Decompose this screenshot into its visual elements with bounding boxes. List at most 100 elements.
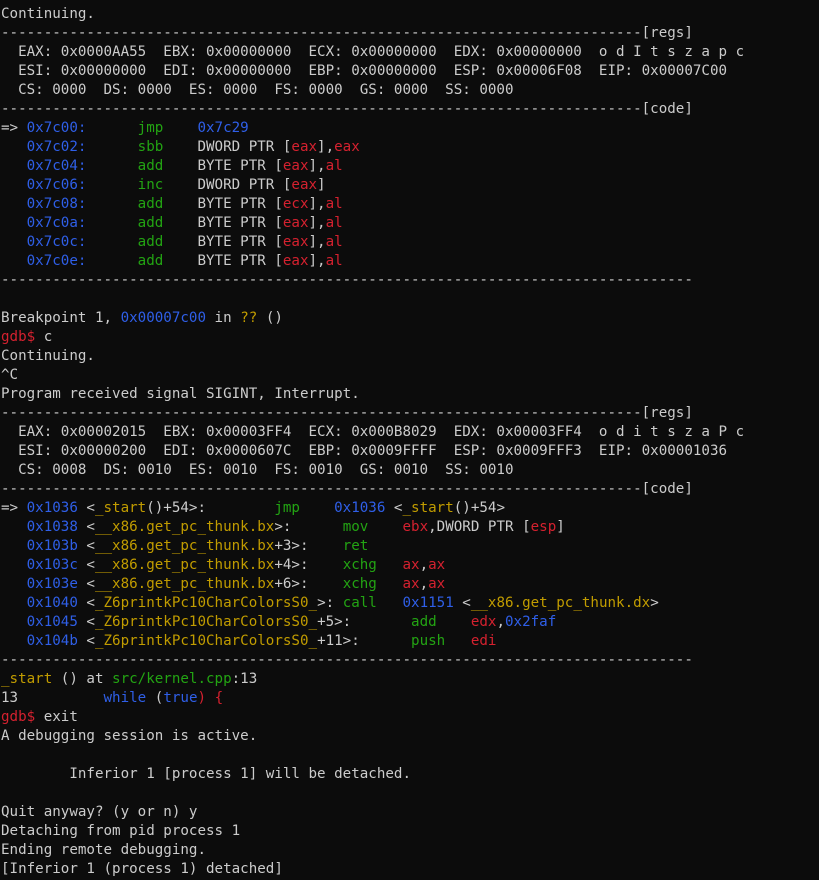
terminal-text-segment: Breakpoint 1, — [1, 310, 121, 326]
terminal-text-segment: ) { — [197, 690, 224, 706]
terminal-line: Inferior 1 [process 1] will be detached. — [1, 765, 817, 784]
terminal-line: EAX: 0x00002015 EBX: 0x00003FF4 ECX: 0x0… — [1, 423, 817, 442]
terminal-line: gdb$ c — [1, 328, 817, 347]
terminal-text-segment: 0x104b — [26, 633, 78, 649]
terminal-text-segment: 0x103e — [26, 576, 78, 592]
terminal-line: Continuing. — [1, 5, 817, 24]
terminal-text-segment: add — [137, 158, 164, 174]
terminal-line: => 0x1036 <_start()+54>: jmp 0x1036 <_st… — [1, 499, 817, 518]
terminal-line: 0x103c <__x86.get_pc_thunk.bx+4>: xchg a… — [1, 556, 817, 575]
terminal-text-segment: , — [419, 576, 429, 592]
terminal-text-segment: < — [77, 595, 95, 611]
terminal-text-segment: 0x103b — [26, 538, 78, 554]
terminal-text-segment: ebx — [402, 519, 429, 535]
terminal-text-segment: ], — [308, 215, 326, 231]
terminal-text-segment: jmp — [137, 120, 164, 136]
terminal-text-segment: while — [103, 690, 147, 706]
terminal-text-segment: add — [411, 614, 437, 630]
terminal-text-segment: < — [77, 576, 95, 592]
terminal-text-segment: DWORD PTR [ — [163, 139, 292, 155]
terminal-text-segment: +5>: — [317, 614, 412, 630]
terminal-text-segment: BYTE PTR [ — [163, 158, 283, 174]
terminal-text-segment: CS: 0008 DS: 0010 ES: 0010 FS: 0010 GS: … — [1, 462, 514, 478]
terminal-text-segment: c — [35, 329, 53, 345]
terminal-text-segment: src/kernel.cpp — [112, 671, 232, 687]
terminal-line: 0x7c0e: add BYTE PTR [eax],al — [1, 252, 817, 271]
terminal-line: 13 while (true) { — [1, 689, 817, 708]
terminal-text-segment: sbb — [137, 139, 164, 155]
terminal-text-segment: 0x7c02: — [26, 139, 87, 155]
terminal-text-segment: ----------------------------------------… — [1, 101, 693, 117]
terminal-text-segment: gdb$ — [1, 709, 36, 725]
terminal-text-segment: Continuing. — [1, 6, 95, 22]
terminal-output[interactable]: Continuing. -----------------------------… — [1, 5, 817, 879]
terminal-text-segment: add — [137, 253, 164, 269]
terminal-line: Quit anyway? (y or n) y — [1, 803, 817, 822]
terminal-text-segment: eax — [282, 253, 309, 269]
terminal-text-segment: eax — [282, 215, 309, 231]
terminal-line: CS: 0000 DS: 0000 ES: 0000 FS: 0000 GS: … — [1, 81, 817, 100]
terminal-text-segment: _start — [402, 500, 454, 516]
terminal-text-segment: _Z6printkPc10CharColorsS0_ — [94, 614, 318, 630]
terminal-text-segment: eax — [282, 234, 309, 250]
terminal-text-segment: , — [496, 614, 505, 630]
terminal-text-segment: +3>: — [274, 538, 343, 554]
terminal-line: 0x7c04: add BYTE PTR [eax],al — [1, 157, 817, 176]
terminal-line: Continuing. — [1, 347, 817, 366]
terminal-text-segment: Inferior 1 [process 1] will be detached. — [1, 766, 411, 782]
terminal-text-segment: eax — [282, 158, 309, 174]
terminal-text-segment: __x86.get_pc_thunk.bx — [94, 519, 275, 535]
terminal-text-segment: ], — [308, 196, 326, 212]
terminal-text-segment: eax — [291, 139, 318, 155]
terminal-text-segment: al — [325, 253, 343, 269]
terminal-text-segment: ax — [428, 576, 446, 592]
terminal-text-segment: BYTE PTR [ — [163, 234, 283, 250]
terminal-text-segment: BYTE PTR [ — [163, 196, 283, 212]
terminal-text-segment: ], — [308, 234, 326, 250]
terminal-text-segment: CS: 0000 DS: 0000 ES: 0000 FS: 0000 GS: … — [1, 82, 514, 98]
terminal-text-segment: < — [77, 633, 95, 649]
terminal-line: 0x1045 <_Z6printkPc10CharColorsS0_+5>: a… — [1, 613, 817, 632]
terminal-text-segment: ( — [146, 690, 164, 706]
terminal-text-segment: 0x7c29 — [197, 120, 249, 136]
terminal-text-segment: 0x2faf — [505, 614, 557, 630]
terminal-line: ----------------------------------------… — [1, 271, 817, 290]
terminal-text-segment: ,DWORD PTR [ — [428, 519, 531, 535]
terminal-text-segment: al — [325, 234, 343, 250]
terminal-text-segment: edi — [470, 633, 497, 649]
terminal-line: _start () at src/kernel.cpp:13 — [1, 670, 817, 689]
terminal-text-segment: 0x00007c00 — [120, 310, 207, 326]
terminal-text-segment: < — [453, 595, 471, 611]
terminal-text-segment: ESI: 0x00000000 EDI: 0x00000000 EBP: 0x0… — [1, 63, 728, 79]
terminal-text-segment: BYTE PTR [ — [163, 253, 283, 269]
terminal-text-segment: ^C — [1, 367, 19, 383]
terminal-text-segment: 0x7c0c: — [26, 234, 87, 250]
terminal-text-segment: add — [137, 215, 164, 231]
terminal-text-segment: +11>: — [317, 633, 412, 649]
terminal-text-segment: __x86.get_pc_thunk.bx — [94, 538, 275, 554]
terminal-text-segment: >: — [317, 595, 343, 611]
terminal-text-segment: ----------------------------------------… — [1, 405, 693, 421]
terminal-text-segment: __x86.get_pc_thunk.bx — [94, 576, 275, 592]
terminal-text-segment: _Z6printkPc10CharColorsS0_ — [94, 633, 318, 649]
terminal-text-segment: 0x1040 — [26, 595, 78, 611]
terminal-text-segment: 13 — [1, 690, 19, 706]
terminal-text-segment: EAX: 0x00002015 EBX: 0x00003FF4 ECX: 0x0… — [1, 424, 745, 440]
terminal-text-segment: 0x1036 — [334, 500, 386, 516]
